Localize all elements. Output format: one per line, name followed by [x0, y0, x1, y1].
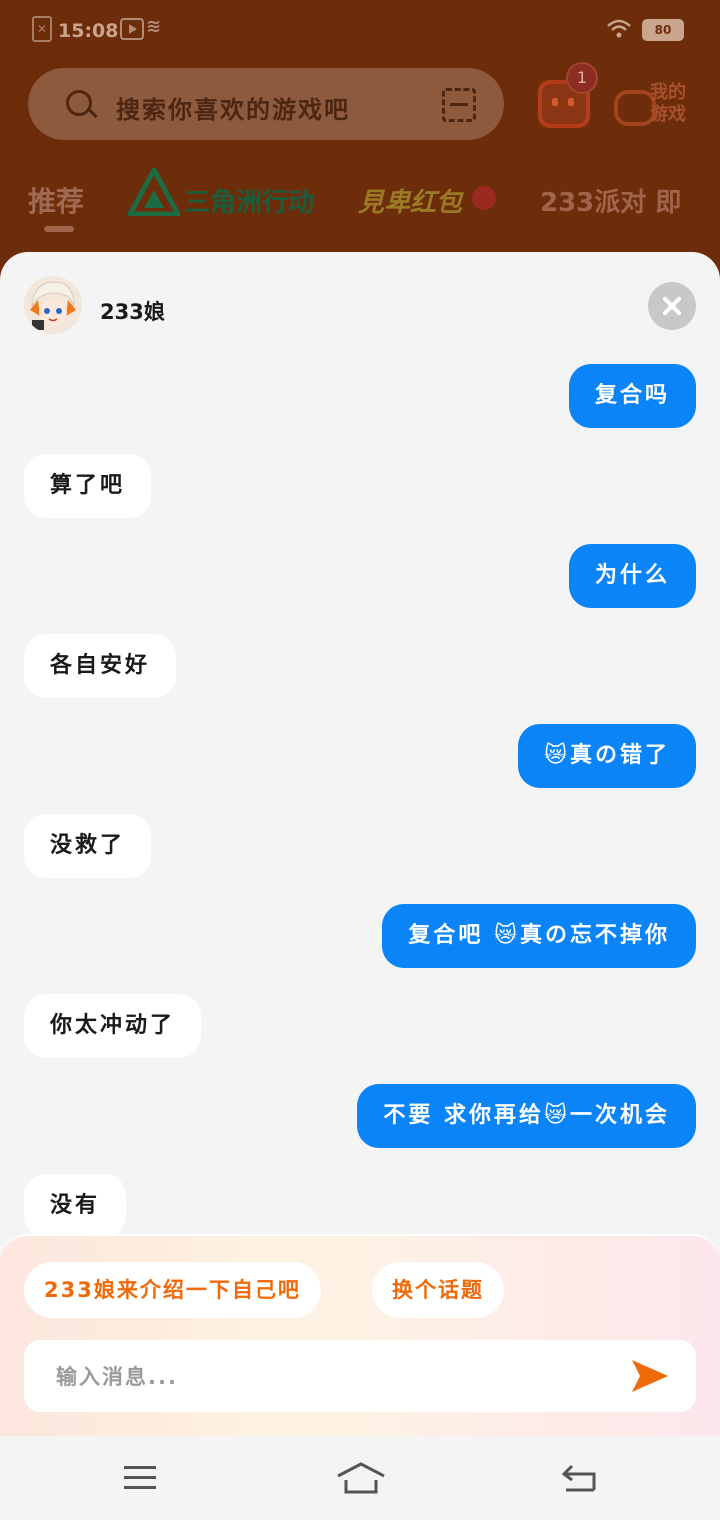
my-games-button[interactable]: 我的游戏: [614, 82, 694, 130]
delta-force-logo: [128, 168, 180, 216]
message-badge: 1: [566, 62, 598, 94]
status-bar: ✕ 15:08 ≋ 80: [0, 0, 720, 60]
tab-233-party[interactable]: 233派对 即: [540, 182, 681, 219]
storage-icon: ≋: [146, 16, 162, 37]
message-sent: 为什么: [568, 544, 696, 608]
search-icon: [66, 90, 92, 116]
bot-name: 233娘: [100, 300, 165, 324]
message-sent: 复合吧 😿真の忘不掉你: [382, 904, 696, 968]
send-icon[interactable]: [630, 1358, 670, 1394]
message-sent: 复合吗: [568, 364, 696, 428]
message-received: 你太冲动了: [24, 994, 202, 1058]
message-received: 算了吧: [24, 454, 152, 518]
message-received: 没救了: [24, 814, 152, 878]
close-icon[interactable]: [648, 282, 696, 330]
avatar: [24, 276, 82, 334]
tab-active-indicator: [44, 226, 74, 232]
video-icon: [120, 18, 144, 40]
chat-sheet: 233娘 复合吗 算了吧 为什么 各自安好 😿真の错了 没救了 复合吧 😿真の忘…: [0, 252, 720, 1520]
menu-icon[interactable]: [120, 1460, 160, 1496]
composer-panel: 233娘来介绍一下自己吧 换个话题: [0, 1234, 720, 1442]
message-sent: 😿真の错了: [518, 724, 696, 788]
message-received: 各自安好: [24, 634, 177, 698]
tab-recommend[interactable]: 推荐: [28, 180, 84, 220]
message-input[interactable]: [54, 1358, 618, 1396]
sim-icon: ✕: [32, 16, 52, 42]
tab-red-packet[interactable]: 見卑红包: [358, 182, 462, 219]
message-input-box[interactable]: [24, 1340, 696, 1412]
my-games-label: 我的游戏: [650, 82, 686, 125]
scan-icon[interactable]: [442, 88, 476, 122]
tab-delta-force[interactable]: 三角洲行动: [184, 182, 314, 219]
status-time: 15:08: [58, 20, 119, 42]
message-sent: 不要 求你再给😿一次机会: [357, 1084, 696, 1148]
suggestion-chip[interactable]: 换个话题: [372, 1262, 504, 1318]
battery-indicator: 80: [642, 19, 684, 41]
system-nav-bar: [0, 1436, 720, 1520]
back-icon[interactable]: [560, 1460, 600, 1496]
red-packet-icon: [472, 186, 496, 210]
search-bar[interactable]: 搜索你喜欢的游戏吧: [28, 68, 504, 140]
home-icon[interactable]: [336, 1460, 386, 1496]
suggestion-chip[interactable]: 233娘来介绍一下自己吧: [24, 1262, 321, 1318]
wifi-icon: [607, 19, 631, 38]
search-placeholder: 搜索你喜欢的游戏吧: [116, 96, 350, 124]
message-received: 没有: [24, 1174, 127, 1238]
